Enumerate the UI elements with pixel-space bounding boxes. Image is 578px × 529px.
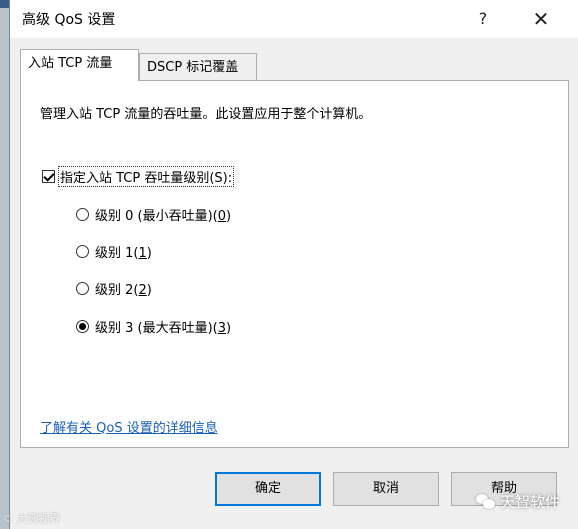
radio-label: 级别 1(1): [95, 246, 152, 261]
cancel-button[interactable]: 取消: [333, 472, 439, 506]
radio-label: 级别 3 (最大吞吐量)(3): [95, 321, 232, 336]
radio-label: 级别 0 (最小吞吐量)(0): [95, 209, 232, 224]
radio-button[interactable]: [76, 208, 89, 221]
tab-dscp-marking[interactable]: DSCP 标记覆盖: [139, 53, 257, 81]
radio-level-1[interactable]: 级别 1(1): [76, 242, 152, 261]
radio-button[interactable]: [76, 245, 89, 258]
radio-level-2[interactable]: 级别 2(2): [76, 279, 152, 298]
throughput-checkbox[interactable]: [42, 170, 55, 183]
throughput-checkbox-label[interactable]: 指定入站 TCP 吞吐量级别(S):: [58, 166, 235, 187]
title-bar: 高级 QoS 设置 ? ✕: [10, 0, 578, 38]
radio-button-selected[interactable]: [76, 320, 89, 333]
radio-level-0[interactable]: 级别 0 (最小吞吐量)(0): [76, 205, 231, 224]
radio-label: 级别 2(2): [95, 283, 152, 298]
qos-info-link[interactable]: 了解有关 QoS 设置的详细信息: [40, 417, 218, 436]
tab-panel: 管理入站 TCP 流量的吞吐量。此设置应用于整个计算机。 指定入站 TCP 吞吐…: [20, 80, 569, 448]
radio-level-3[interactable]: 级别 3 (最大吞吐量)(3): [76, 317, 231, 336]
help-question-icon[interactable]: ?: [468, 5, 498, 33]
watermark-left: © 大熊视界: [2, 512, 61, 525]
watermark-right: 天智软件: [476, 491, 560, 512]
radio-button[interactable]: [76, 282, 89, 295]
wechat-icon: [476, 493, 496, 511]
dialog-title: 高级 QoS 设置: [22, 12, 116, 28]
ok-button[interactable]: 确定: [215, 472, 321, 506]
tab-inbound-tcp[interactable]: 入站 TCP 流量: [20, 49, 139, 81]
qos-settings-dialog: 高级 QoS 设置 ? ✕ 入站 TCP 流量 DSCP 标记覆盖 管理入站 T…: [9, 0, 578, 529]
description-text: 管理入站 TCP 流量的吞吐量。此设置应用于整个计算机。: [40, 107, 372, 122]
throughput-checkbox-row[interactable]: 指定入站 TCP 吞吐量级别(S):: [42, 166, 235, 187]
close-icon[interactable]: ✕: [526, 5, 556, 33]
watermark-right-text: 天智软件: [500, 493, 561, 511]
